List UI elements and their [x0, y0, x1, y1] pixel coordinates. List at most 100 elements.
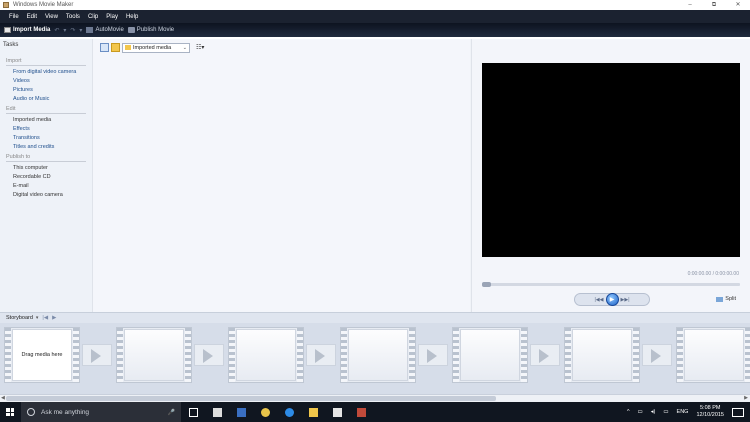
undo-dropdown[interactable]: ▾	[63, 27, 66, 34]
taskbar-app-explorer[interactable]	[301, 402, 325, 422]
previous-frame-button[interactable]: |◀◀	[595, 297, 604, 303]
task-link-audio[interactable]: Audio or Music	[13, 95, 92, 104]
publish-movie-button[interactable]: Publish Movie	[127, 27, 175, 33]
menu-tools[interactable]: Tools	[62, 14, 84, 20]
minimize-button[interactable]: –	[678, 0, 702, 10]
seek-handle[interactable]	[482, 282, 491, 287]
split-icon	[716, 296, 724, 302]
taskbar-app-edge[interactable]	[277, 402, 301, 422]
menu-edit[interactable]: Edit	[23, 14, 41, 20]
task-link-pictures[interactable]: Pictures	[13, 86, 92, 95]
play-button[interactable]: ▶	[605, 293, 619, 306]
collection-select-value: Imported media	[133, 44, 172, 51]
tasks-pane-toggle-icon[interactable]	[100, 43, 109, 52]
automovie-button[interactable]: AutoMovie	[86, 27, 124, 33]
restore-button[interactable]: ⧉	[702, 0, 726, 10]
split-button[interactable]: Split	[716, 296, 736, 302]
microphone-icon[interactable]: 🎤	[168, 409, 175, 416]
taskbar-app-paint[interactable]	[253, 402, 277, 422]
drag-media-hint: Drag media here	[21, 352, 63, 358]
task-link-email[interactable]: E-mail	[13, 182, 92, 191]
storyboard-scrollbar[interactable]: ◀ ▶	[0, 394, 750, 402]
clock[interactable]: 5:08 PM 12/10/2015	[696, 405, 724, 419]
menu-file[interactable]: File	[0, 14, 23, 20]
tray-expand-arrow[interactable]: ^	[627, 409, 630, 415]
battery-icon[interactable]: ▭	[663, 409, 668, 415]
storyboard-frame[interactable]	[228, 327, 304, 383]
app-icon	[3, 2, 9, 8]
window-title: Windows Movie Maker	[13, 2, 74, 8]
storyboard-frame[interactable]	[116, 327, 192, 383]
taskbar-app-moviemaker[interactable]	[349, 402, 373, 422]
taskbar-app-notes[interactable]	[229, 402, 253, 422]
film-strip-left	[229, 328, 235, 382]
storyboard-frame[interactable]	[564, 327, 640, 383]
windows-logo-icon	[6, 408, 14, 416]
paint-icon	[260, 407, 270, 417]
redo-button[interactable]: ↷	[70, 27, 75, 34]
tasks-pane: Tasks Import From digital video camera V…	[0, 39, 92, 312]
transition-slot[interactable]	[194, 344, 224, 366]
start-button[interactable]	[0, 402, 20, 422]
transition-slot[interactable]	[642, 344, 672, 366]
storyboard-frame[interactable]	[676, 327, 750, 383]
taskbar-app-files[interactable]	[325, 402, 349, 422]
volume-icon[interactable]: ◂)	[651, 409, 656, 415]
folder-icon	[332, 407, 342, 417]
storyboard[interactable]: Drag media here	[0, 323, 750, 394]
search-box[interactable]: Ask me anything 🎤	[21, 402, 181, 422]
transition-slot[interactable]	[306, 344, 336, 366]
storyboard-toggle[interactable]: Storyboard	[6, 315, 33, 321]
undo-button[interactable]: ↶	[54, 27, 59, 34]
task-link-from-camera[interactable]: From digital video camera	[13, 68, 92, 77]
edit-section: Edit Imported media Effects Transitions …	[6, 106, 92, 152]
scroll-left-arrow[interactable]: ◀	[1, 395, 5, 401]
chevron-right-icon	[91, 349, 101, 363]
redo-dropdown[interactable]: ▾	[79, 27, 82, 34]
view-options-icon[interactable]: ☷▾	[196, 44, 204, 51]
cortana-icon	[27, 408, 35, 416]
scroll-thumb[interactable]	[6, 396, 496, 401]
play-storyboard-button[interactable]: ▶	[52, 315, 56, 321]
automovie-icon	[86, 27, 94, 33]
rewind-storyboard-button[interactable]: |◀	[42, 315, 48, 321]
publish-movie-label: Publish Movie	[136, 27, 175, 33]
frame-thumbnail	[236, 329, 296, 381]
taskbar-app-store[interactable]	[205, 402, 229, 422]
menu-help[interactable]: Help	[122, 14, 142, 20]
menu-play[interactable]: Play	[102, 14, 122, 20]
collection-select[interactable]: Imported media ⌄	[122, 42, 190, 53]
transition-slot[interactable]	[530, 344, 560, 366]
seek-bar[interactable]	[482, 282, 740, 287]
storyboard-frame[interactable]	[452, 327, 528, 383]
transition-slot[interactable]	[82, 344, 112, 366]
task-link-effects[interactable]: Effects	[13, 125, 92, 134]
next-frame-button[interactable]: ▶▶|	[621, 297, 630, 303]
action-center-icon[interactable]	[732, 407, 744, 417]
storyboard-drop-frame[interactable]: Drag media here	[4, 327, 80, 383]
transition-slot[interactable]	[418, 344, 448, 366]
network-icon[interactable]: ▭	[638, 409, 643, 415]
task-link-videos[interactable]: Videos	[13, 77, 92, 86]
task-link-titles[interactable]: Titles and credits	[13, 143, 92, 152]
task-link-this-computer[interactable]: This computer	[13, 164, 92, 173]
storyboard-header: Storyboard ▾ |◀ ▶	[0, 312, 750, 323]
collections-folder-icon[interactable]	[111, 43, 120, 52]
task-view-icon	[188, 407, 198, 417]
film-strip-right	[521, 328, 527, 382]
storyboard-frame[interactable]	[340, 327, 416, 383]
collection-area[interactable]: Imported media ⌄ ☷▾	[92, 39, 470, 312]
menu-view[interactable]: View	[41, 14, 62, 20]
task-link-recordable-cd[interactable]: Recordable CD	[13, 173, 92, 182]
import-media-button[interactable]: Import Media	[4, 27, 50, 33]
close-button[interactable]: ✕	[726, 0, 750, 10]
task-link-imported-media[interactable]: Imported media	[13, 116, 92, 125]
scroll-right-arrow[interactable]: ▶	[744, 395, 748, 401]
task-link-transitions[interactable]: Transitions	[13, 134, 92, 143]
chevron-down-icon[interactable]: ▾	[36, 315, 39, 321]
language-indicator[interactable]: ENG	[677, 409, 689, 415]
menu-clip[interactable]: Clip	[84, 14, 102, 20]
chevron-right-icon	[539, 349, 549, 363]
task-link-dv-camera[interactable]: Digital video camera	[13, 191, 92, 200]
task-view-button[interactable]	[181, 402, 205, 422]
